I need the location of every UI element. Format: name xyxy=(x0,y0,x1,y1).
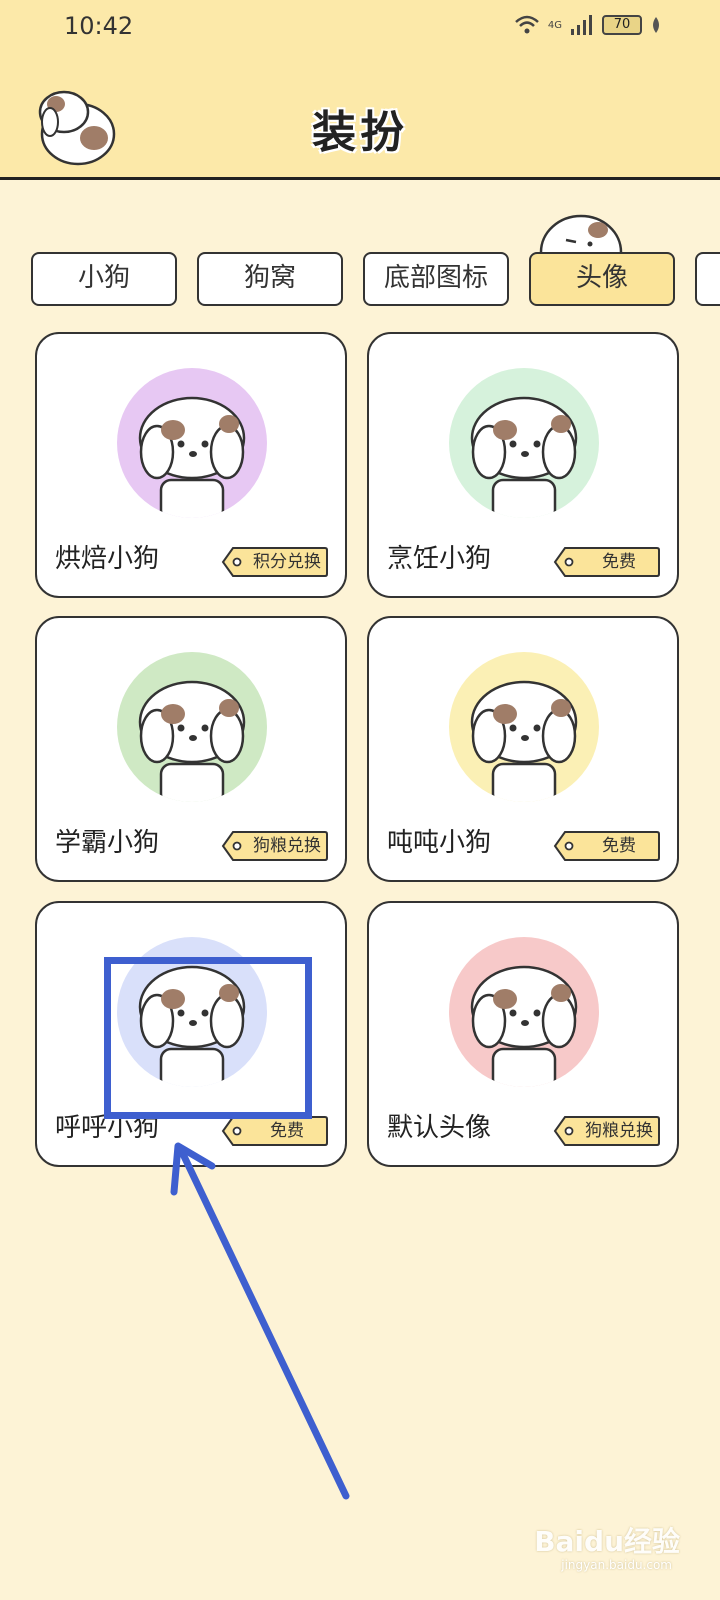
category-tabs: 小狗 狗窝 底部图标 头像 xyxy=(0,252,720,308)
avatar-card[interactable]: 吨吨小狗 免费 xyxy=(367,616,679,882)
status-time: 10:42 xyxy=(64,12,134,40)
status-bar: 10:42 4G 70 xyxy=(0,0,720,54)
avatar-name: 烹饪小狗 xyxy=(387,544,492,574)
price-tag-label: 狗粮兑换 xyxy=(253,836,321,856)
status-icons: 4G 70 xyxy=(514,14,662,36)
annotation-arrow-icon xyxy=(170,1142,350,1500)
network-type: 4G xyxy=(547,19,562,31)
price-tag-label: 狗粮兑换 xyxy=(585,1121,653,1141)
price-tag-label: 积分兑换 xyxy=(253,552,321,572)
header: 装扮 xyxy=(0,54,720,180)
avatar-card[interactable]: 烹饪小狗 免费 xyxy=(367,332,679,598)
annotation-highlight-box xyxy=(104,957,312,1119)
tab-bottom-icons[interactable]: 底部图标 xyxy=(363,252,509,306)
tab-dog[interactable]: 小狗 xyxy=(31,252,177,306)
price-tag: 免费 xyxy=(553,830,661,862)
leaf-icon xyxy=(653,17,659,33)
avatar-image xyxy=(449,652,599,802)
avatar-card[interactable]: 默认头像 狗粮兑换 xyxy=(367,901,679,1167)
avatar-name: 烘焙小狗 xyxy=(55,544,160,574)
price-tag: 狗粮兑换 xyxy=(221,830,329,862)
signal-icon xyxy=(571,15,592,35)
avatar-card[interactable]: 烘焙小狗 积分兑换 xyxy=(35,332,347,598)
price-tag-label: 免费 xyxy=(602,552,636,572)
avatar-image xyxy=(449,937,599,1087)
watermark-url: jingyan.baidu.com xyxy=(561,1558,672,1572)
avatar-image xyxy=(449,368,599,518)
tab-kennel[interactable]: 狗窝 xyxy=(197,252,343,306)
tab-more[interactable] xyxy=(695,252,720,306)
wifi-icon xyxy=(515,15,539,34)
avatar-name: 吨吨小狗 xyxy=(387,828,492,858)
avatar-image xyxy=(117,368,267,518)
page-title: 装扮 xyxy=(312,107,408,158)
battery-indicator: 70 xyxy=(602,15,642,35)
price-tag: 积分兑换 xyxy=(221,546,329,578)
tab-avatar[interactable]: 头像 xyxy=(529,252,675,306)
avatar-name: 学霸小狗 xyxy=(55,828,160,858)
watermark: Baidu经验 xyxy=(534,1525,680,1558)
price-tag: 免费 xyxy=(553,546,661,578)
avatar-card[interactable]: 学霸小狗 狗粮兑换 xyxy=(35,616,347,882)
price-tag: 狗粮兑换 xyxy=(553,1115,661,1147)
avatar-name: 默认头像 xyxy=(387,1113,492,1143)
price-tag-label: 免费 xyxy=(602,836,636,856)
avatar-image xyxy=(117,652,267,802)
